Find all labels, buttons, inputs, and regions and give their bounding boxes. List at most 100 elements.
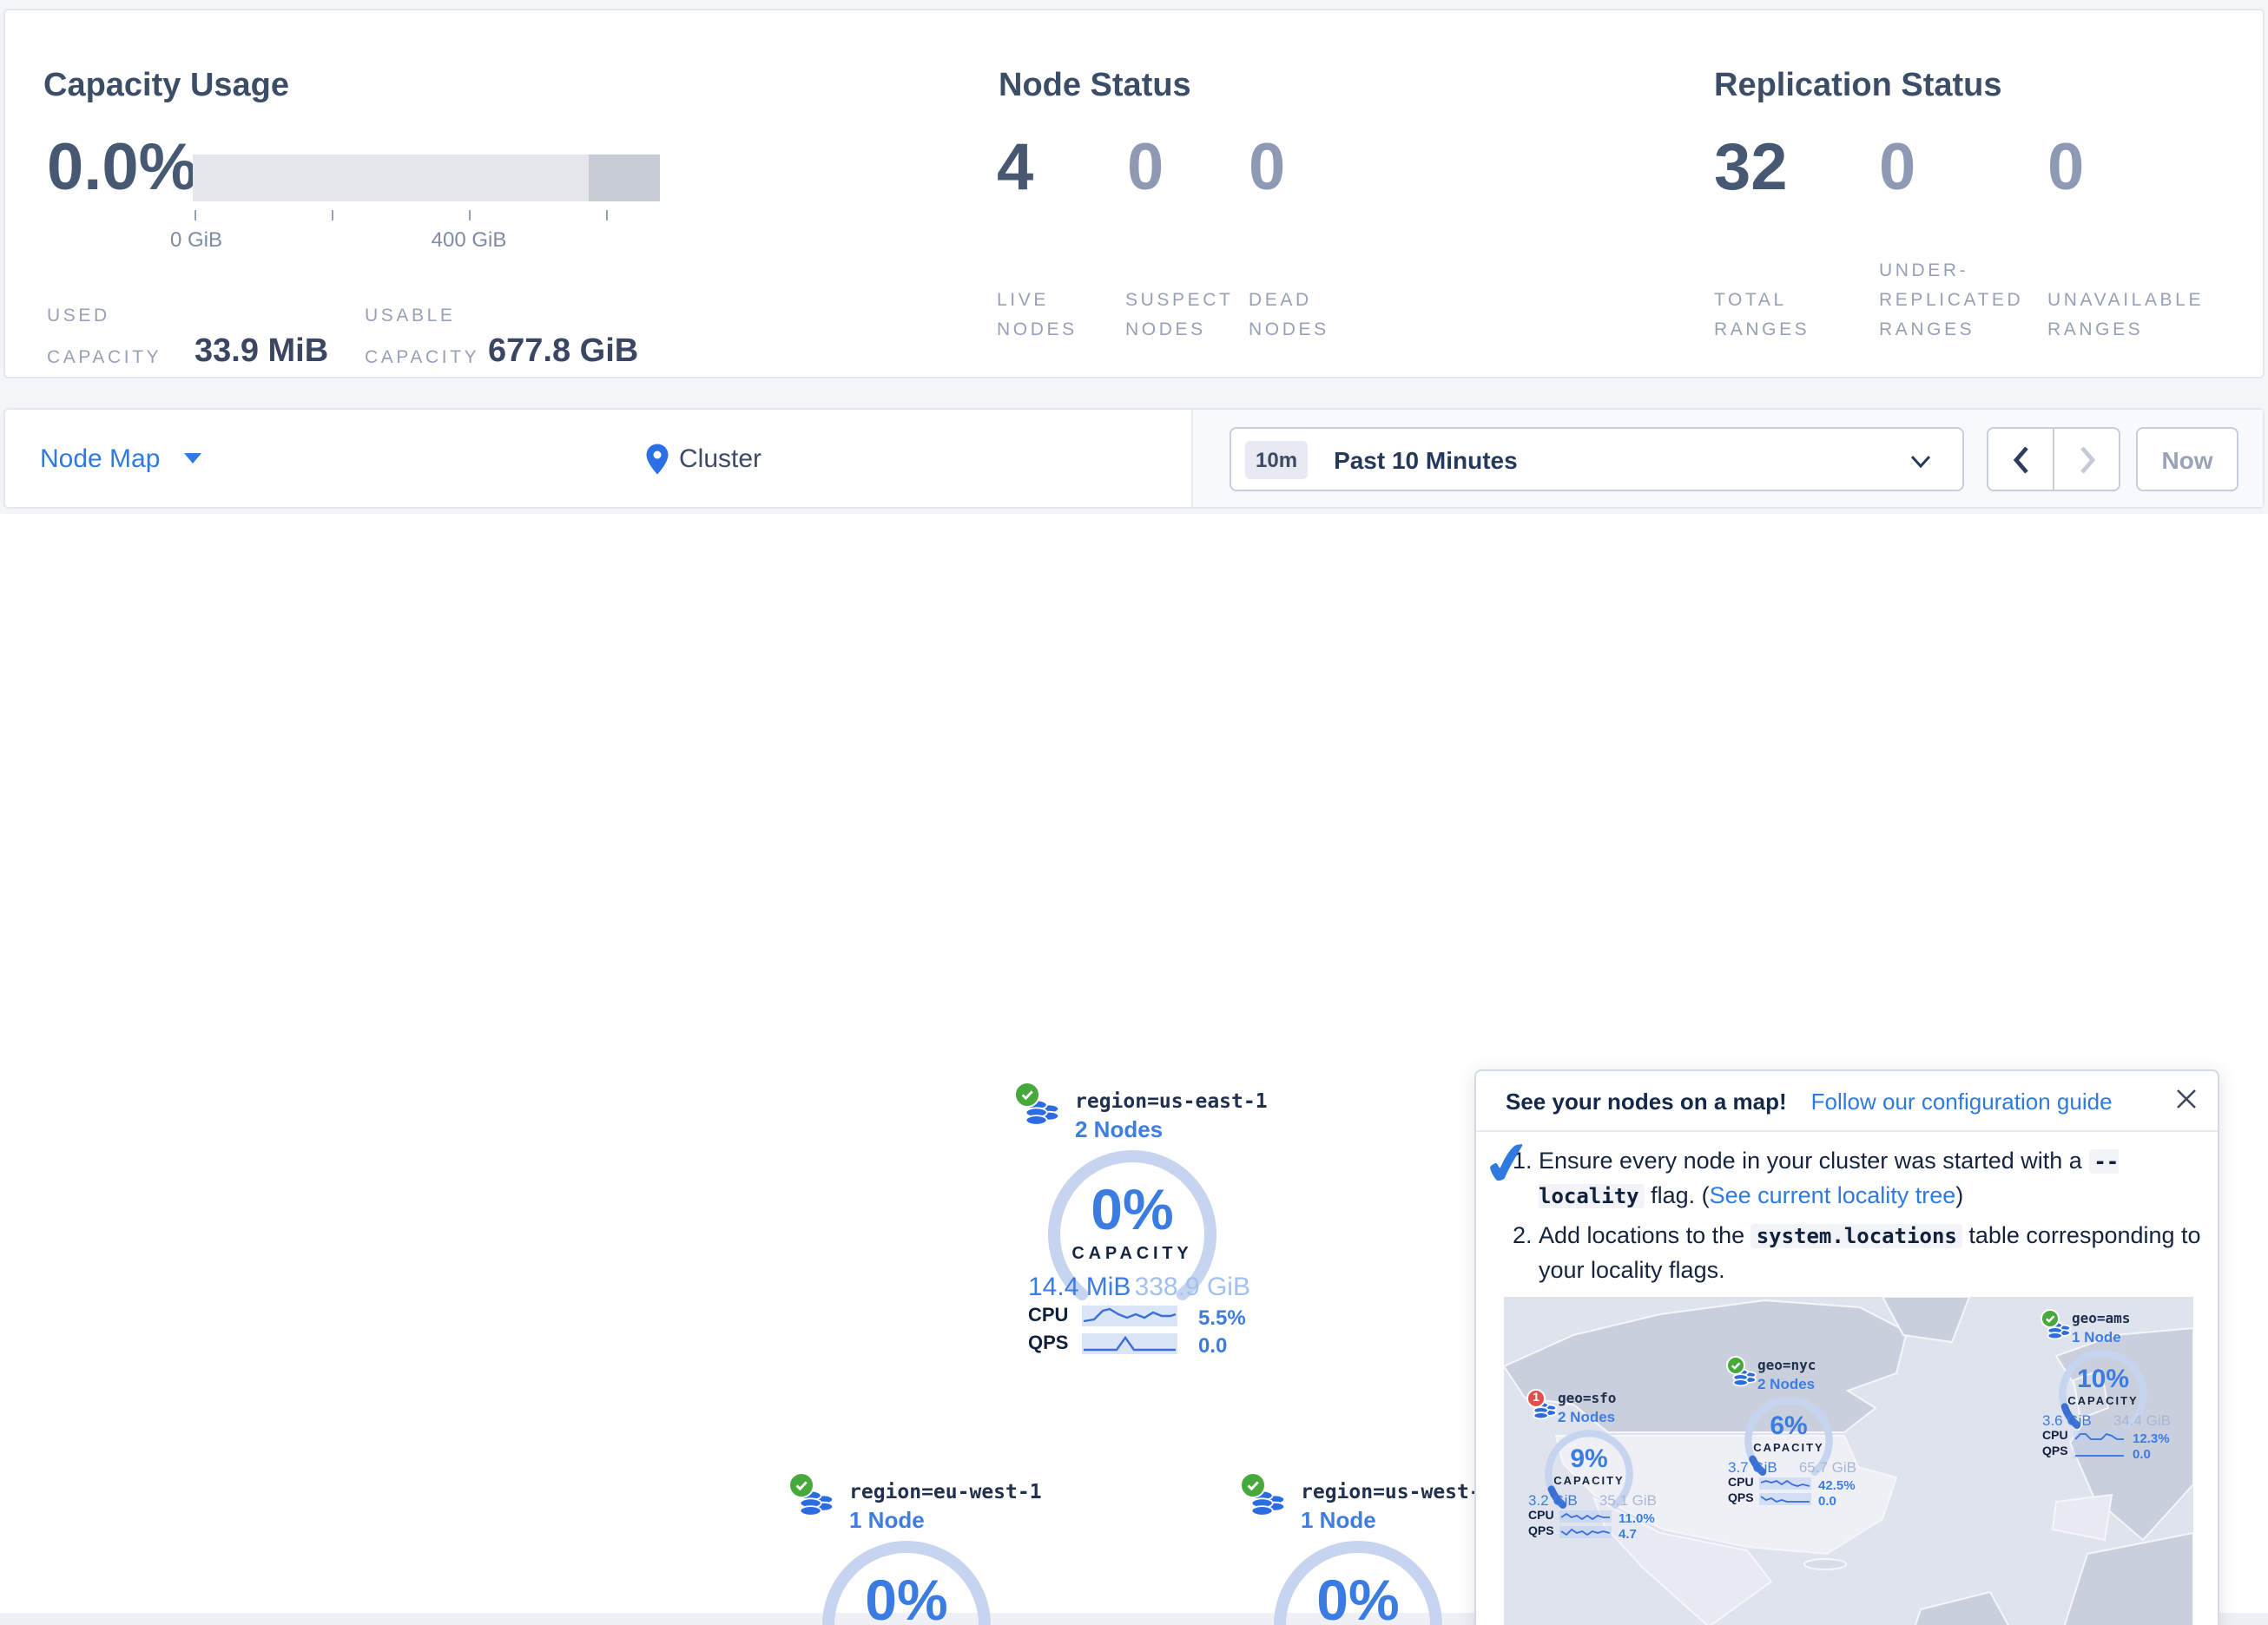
healthy-check-icon bbox=[1240, 1472, 1266, 1498]
view-selector-dropdown[interactable]: Node Map bbox=[40, 410, 201, 507]
time-step-buttons bbox=[1987, 427, 2120, 491]
qps-label: QPS bbox=[1028, 1333, 1068, 1354]
qps-sparkline bbox=[1759, 1493, 1811, 1505]
capacity-caption: CAPACITY bbox=[1719, 1443, 1858, 1455]
caret-down-icon bbox=[184, 453, 201, 464]
tick bbox=[469, 210, 471, 220]
used-value: 3.7 GiB bbox=[1728, 1458, 1777, 1476]
qps-sparkline bbox=[1559, 1526, 1612, 1538]
time-range-label: Past 10 Minutes bbox=[1334, 445, 1518, 473]
dead-nodes-count: 0 bbox=[1249, 134, 1285, 203]
capacity-percent: 0% bbox=[1236, 1571, 1480, 1625]
capacity-percent: 9% bbox=[1520, 1446, 1658, 1474]
used-value: 3.6 GiB bbox=[2042, 1411, 2092, 1429]
qps-label: QPS bbox=[1728, 1493, 1754, 1505]
suspect-nodes-label: SUSPECT NODES bbox=[1125, 286, 1233, 345]
time-range-dropdown[interactable]: 10m Past 10 Minutes bbox=[1230, 427, 1964, 491]
locality-card-us-east-1[interactable]: region=us-east-1 2 Nodes 0% CAPACITY 14.… bbox=[1011, 1082, 1254, 1359]
qps-sparkline bbox=[1082, 1333, 1177, 1354]
system-locations-code: system.locations bbox=[1751, 1224, 1962, 1248]
capacity-percent: 0.0% bbox=[47, 134, 197, 203]
setup-steps: 1. Ensure every node in your cluster was… bbox=[1476, 1144, 2205, 1292]
locality-label: geo=sfo bbox=[1558, 1391, 1616, 1406]
used-capacity-label: USED CAPACITY bbox=[47, 295, 162, 378]
next-time-button[interactable] bbox=[2054, 429, 2119, 490]
tick-label-zero: 0 GiB bbox=[170, 227, 222, 252]
cluster-summary-card: Capacity Usage 0.0% 0 GiB 400 GiB USED C… bbox=[3, 9, 2265, 378]
locality-card-us-west-1[interactable]: region=us-west-1 1 Node 0% CAPACITY 9.6 … bbox=[1236, 1472, 1480, 1625]
qps-label: QPS bbox=[1528, 1526, 1554, 1538]
total-value: 34.4 GiB bbox=[2113, 1411, 2171, 1429]
cpu-sparkline bbox=[2074, 1431, 2126, 1443]
healthy-check-icon bbox=[1726, 1356, 1745, 1375]
capacity-caption: CAPACITY bbox=[2034, 1396, 2172, 1408]
total-ranges-count: 32 bbox=[1714, 134, 1788, 203]
capacity-percent: 0% bbox=[785, 1571, 1028, 1625]
live-nodes-count: 4 bbox=[997, 134, 1033, 203]
qps-value: 4.7 bbox=[1619, 1526, 1637, 1542]
nodes-link: 1 Node bbox=[2072, 1328, 2121, 1345]
step-1: 1. Ensure every node in your cluster was… bbox=[1476, 1144, 2205, 1214]
mini-locality-nyc: geo=nyc 2 Nodes 6% CAPACITY 3.7 GiB 65.7… bbox=[1719, 1359, 1858, 1509]
configuration-guide-link[interactable]: Follow our configuration guide bbox=[1811, 1088, 2113, 1114]
total-value: 338.9 GiB bbox=[1135, 1273, 1250, 1302]
tick bbox=[332, 210, 333, 220]
node-map-canvas: region=us-east-1 2 Nodes 0% CAPACITY 14.… bbox=[0, 514, 2268, 1613]
nodes-link: 2 Nodes bbox=[1558, 1408, 1615, 1425]
cpu-label: CPU bbox=[1728, 1477, 1754, 1490]
breadcrumb-cluster: Cluster bbox=[679, 444, 761, 473]
capacity-percent: 6% bbox=[1719, 1413, 1858, 1441]
tick bbox=[606, 210, 608, 220]
used-capacity-value: 33.9 MiB bbox=[194, 333, 328, 372]
qps-label: QPS bbox=[2042, 1446, 2068, 1458]
now-button[interactable]: Now bbox=[2136, 427, 2238, 491]
node-status-title: Node Status bbox=[999, 68, 1191, 106]
suspect-nodes-count: 0 bbox=[1127, 134, 1164, 203]
cpu-label: CPU bbox=[2042, 1431, 2068, 1443]
node-map-config-popup: See your nodes on a map! Follow our conf… bbox=[1474, 1069, 2219, 1625]
healthy-check-icon bbox=[788, 1472, 814, 1498]
popup-title: See your nodes on a map! bbox=[1506, 1088, 1787, 1114]
step-2: 2. Add locations to the system.locations… bbox=[1476, 1219, 2205, 1286]
chevron-right-icon bbox=[2078, 445, 2095, 473]
capacity-caption: CAPACITY bbox=[1520, 1476, 1658, 1488]
view-selector-label: Node Map bbox=[40, 444, 160, 473]
used-value: 14.4 MiB bbox=[1028, 1273, 1131, 1302]
nodes-link[interactable]: 1 Node bbox=[849, 1507, 925, 1533]
time-controls: 10m Past 10 Minutes Now bbox=[1193, 410, 2263, 507]
locality-label: geo=nyc bbox=[1757, 1358, 1816, 1373]
location-pin-icon bbox=[644, 442, 670, 475]
nodes-link: 2 Nodes bbox=[1757, 1375, 1815, 1392]
chevron-left-icon bbox=[2012, 445, 2029, 473]
time-range-badge: 10m bbox=[1245, 440, 1308, 478]
cluster-overview-page: Capacity Usage 0.0% 0 GiB 400 GiB USED C… bbox=[0, 0, 2268, 1625]
close-icon[interactable] bbox=[2176, 1087, 2197, 1118]
locality-label: region=us-west-1 bbox=[1301, 1479, 1493, 1503]
unavailable-ranges-label: UNAVAILABLE RANGES bbox=[2047, 286, 2204, 345]
qps-value: 0.0 bbox=[2133, 1446, 2151, 1462]
map-toolbar: Node Map Cluster 10m Past 10 Minutes bbox=[3, 408, 2265, 509]
prev-time-button[interactable] bbox=[1988, 429, 2054, 490]
nodes-link[interactable]: 2 Nodes bbox=[1075, 1116, 1163, 1142]
cpu-value: 42.5% bbox=[1818, 1477, 1856, 1493]
locality-tree-link[interactable]: See current locality tree bbox=[1710, 1182, 1956, 1208]
breadcrumb: Cluster bbox=[644, 410, 761, 507]
chevron-down-icon bbox=[1910, 455, 1931, 469]
replication-status-title: Replication Status bbox=[1714, 68, 2002, 106]
capacity-bar bbox=[193, 155, 660, 201]
mini-locality-sfo: 1 geo=sfo 2 Nodes 9% CAPACITY bbox=[1520, 1392, 1658, 1542]
locality-card-eu-west-1[interactable]: region=eu-west-1 1 Node 0% CAPACITY 9.9 … bbox=[785, 1472, 1028, 1625]
capacity-usage-title: Capacity Usage bbox=[43, 68, 289, 106]
nodes-link[interactable]: 1 Node bbox=[1301, 1507, 1376, 1533]
healthy-check-icon bbox=[1014, 1082, 1040, 1108]
live-nodes-label: LIVE NODES bbox=[997, 286, 1078, 345]
qps-value: 0.0 bbox=[1818, 1493, 1836, 1509]
capacity-percent: 10% bbox=[2034, 1366, 2172, 1394]
unavailable-ranges-count: 0 bbox=[2047, 134, 2084, 203]
tick-label-400: 400 GiB bbox=[432, 227, 507, 252]
cpu-value: 5.5% bbox=[1198, 1306, 1246, 1330]
cpu-sparkline bbox=[1082, 1306, 1177, 1326]
cpu-value: 11.0% bbox=[1619, 1510, 1655, 1526]
cpu-label: CPU bbox=[1528, 1510, 1554, 1523]
under-replicated-count: 0 bbox=[1879, 134, 1915, 203]
